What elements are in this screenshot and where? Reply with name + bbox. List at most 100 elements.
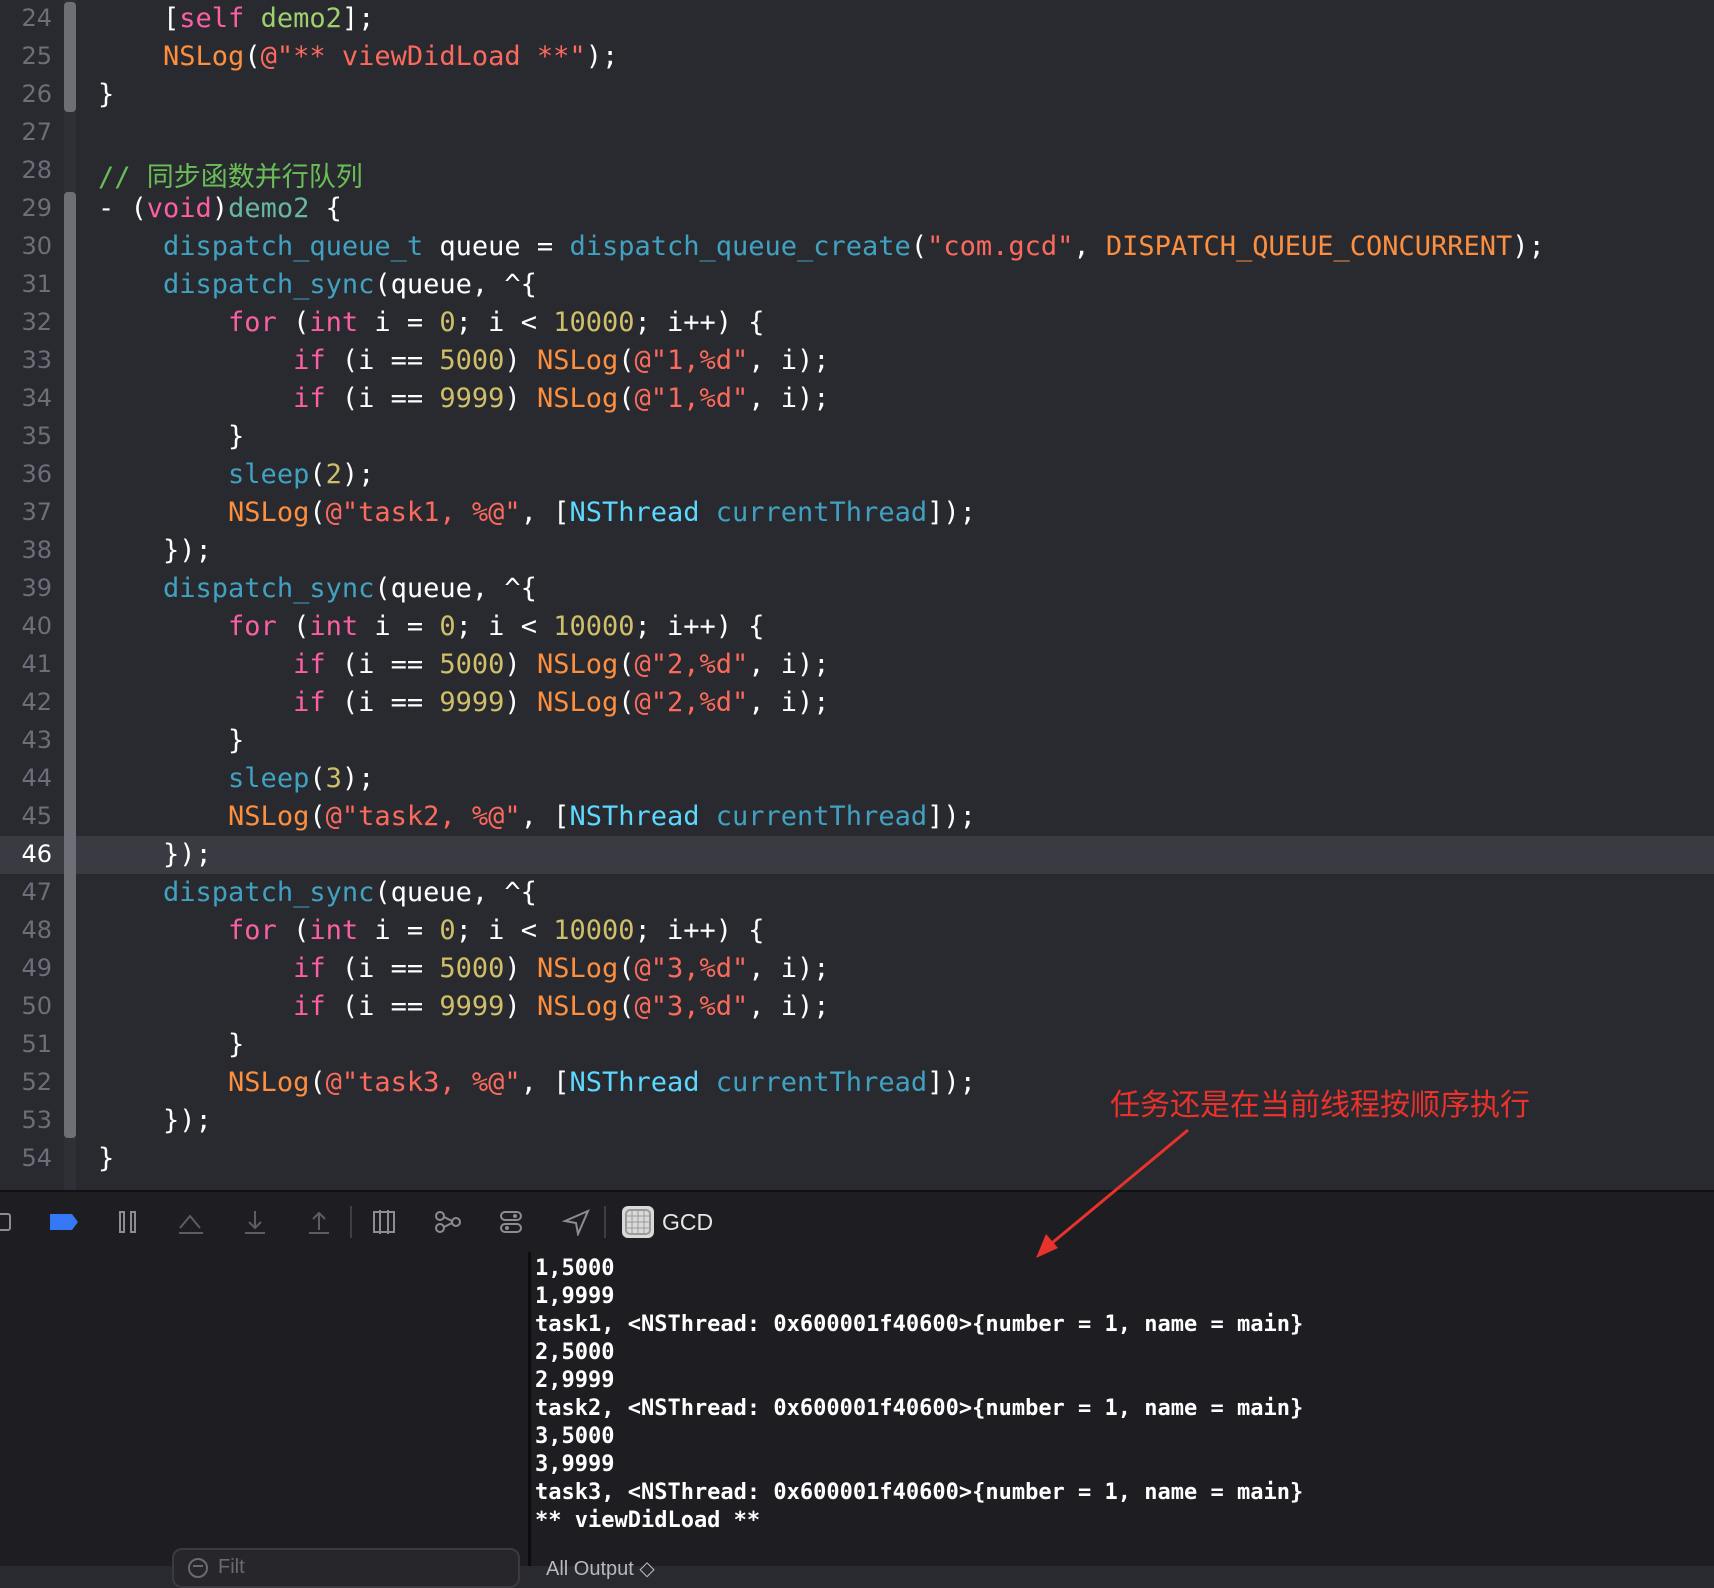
line-number[interactable]: 28 <box>0 156 52 184</box>
line-number[interactable]: 43 <box>0 726 52 754</box>
code-text[interactable]: } <box>98 421 244 452</box>
code-text[interactable]: if (i == 5000) NSLog(@"2,%d", i); <box>98 649 829 680</box>
variables-filter-field[interactable]: Filt <box>172 1548 520 1588</box>
code-line[interactable]: 51 } <box>0 1026 1714 1064</box>
code-line[interactable]: 33 if (i == 5000) NSLog(@"1,%d", i); <box>0 342 1714 380</box>
pause-icon[interactable] <box>116 1208 140 1236</box>
memory-graph-icon[interactable] <box>434 1208 462 1236</box>
line-number[interactable]: 35 <box>0 422 52 450</box>
code-editor[interactable]: 24 [self demo2]; 25 NSLog(@"** viewDidLoa… <box>0 0 1714 1190</box>
line-number[interactable]: 52 <box>0 1068 52 1096</box>
line-number[interactable]: 31 <box>0 270 52 298</box>
breakpoints-toggle-icon[interactable] <box>48 1208 80 1236</box>
code-text[interactable]: NSLog(@"task3, %@", [NSThread currentThr… <box>98 1067 976 1098</box>
code-text[interactable]: }); <box>98 535 212 566</box>
code-line[interactable]: 35 } <box>0 418 1714 456</box>
code-text[interactable]: for (int i = 0; i < 10000; i++) { <box>98 307 765 338</box>
console-output[interactable]: 1,5000 1,9999 task1, <NSThread: 0x600001f4… <box>531 1252 1714 1566</box>
line-number[interactable]: 44 <box>0 764 52 792</box>
line-number[interactable]: 51 <box>0 1030 52 1058</box>
line-number[interactable]: 34 <box>0 384 52 412</box>
code-line[interactable]: 28 // 同步函数并行队列 <box>0 152 1714 193</box>
code-text[interactable]: }); <box>98 839 212 870</box>
code-text[interactable]: if (i == 9999) NSLog(@"3,%d", i); <box>98 991 829 1022</box>
line-number[interactable]: 38 <box>0 536 52 564</box>
line-number[interactable]: 33 <box>0 346 52 374</box>
step-over-icon[interactable] <box>176 1208 206 1236</box>
code-text[interactable]: if (i == 5000) NSLog(@"3,%d", i); <box>98 953 829 984</box>
code-line[interactable]: 37 NSLog(@"task1, %@", [NSThread current… <box>0 494 1714 532</box>
code-line[interactable]: 34 if (i == 9999) NSLog(@"1,%d", i); <box>0 380 1714 418</box>
code-text[interactable]: [self demo2]; <box>98 3 374 34</box>
code-line[interactable]: 38 }); <box>0 532 1714 570</box>
code-line[interactable]: 36 sleep(2); <box>0 456 1714 494</box>
hide-debug-area-icon[interactable] <box>0 1208 14 1236</box>
code-text[interactable]: for (int i = 0; i < 10000; i++) { <box>98 915 765 946</box>
fold-indicator[interactable] <box>64 876 76 1138</box>
code-text[interactable]: } <box>98 725 244 756</box>
fold-indicator[interactable] <box>64 572 76 872</box>
line-number[interactable]: 40 <box>0 612 52 640</box>
code-text[interactable]: for (int i = 0; i < 10000; i++) { <box>98 611 765 642</box>
line-number[interactable]: 37 <box>0 498 52 526</box>
code-text[interactable]: sleep(3); <box>98 763 374 794</box>
code-text[interactable]: if (i == 5000) NSLog(@"1,%d", i); <box>98 345 829 376</box>
code-text[interactable]: }); <box>98 1105 212 1136</box>
code-line[interactable]: 44 sleep(3); <box>0 760 1714 798</box>
code-text[interactable]: } <box>98 1143 114 1174</box>
code-text[interactable]: // 同步函数并行队列 <box>98 155 363 194</box>
fold-indicator[interactable] <box>64 2 76 112</box>
code-line[interactable]: 27 <box>0 114 1714 152</box>
line-number[interactable]: 41 <box>0 650 52 678</box>
code-line[interactable]: 31 dispatch_sync(queue, ^{ <box>0 266 1714 304</box>
code-text[interactable]: NSLog(@"** viewDidLoad **"); <box>98 41 618 72</box>
line-number[interactable]: 47 <box>0 878 52 906</box>
line-number[interactable]: 49 <box>0 954 52 982</box>
scheme-label[interactable]: GCD <box>662 1208 713 1236</box>
code-line[interactable]: 48 for (int i = 0; i < 10000; i++) { <box>0 912 1714 950</box>
code-text[interactable]: dispatch_sync(queue, ^{ <box>98 877 537 908</box>
line-number[interactable]: 26 <box>0 80 52 108</box>
code-line[interactable]: 54} <box>0 1140 1714 1178</box>
variables-view[interactable] <box>0 1252 528 1566</box>
line-number[interactable]: 32 <box>0 308 52 336</box>
code-line[interactable]: 39 dispatch_sync(queue, ^{ <box>0 570 1714 608</box>
line-number[interactable]: 24 <box>0 4 52 32</box>
code-text[interactable]: NSLog(@"task1, %@", [NSThread currentThr… <box>98 497 976 528</box>
code-line[interactable]: 40 for (int i = 0; i < 10000; i++) { <box>0 608 1714 646</box>
code-line[interactable]: 25 NSLog(@"** viewDidLoad **"); <box>0 38 1714 76</box>
line-number[interactable]: 42 <box>0 688 52 716</box>
line-number[interactable]: 29 <box>0 194 52 222</box>
code-line[interactable]: 50 if (i == 9999) NSLog(@"3,%d", i); <box>0 988 1714 1026</box>
line-number[interactable]: 48 <box>0 916 52 944</box>
code-text[interactable]: NSLog(@"task2, %@", [NSThread currentThr… <box>98 801 976 832</box>
code-line[interactable]: 46 }); <box>0 836 1714 874</box>
code-line[interactable]: 32 for (int i = 0; i < 10000; i++) { <box>0 304 1714 342</box>
code-text[interactable]: dispatch_sync(queue, ^{ <box>98 573 537 604</box>
line-number[interactable]: 50 <box>0 992 52 1020</box>
code-line[interactable]: 26} <box>0 76 1714 114</box>
code-text[interactable]: dispatch_queue_t queue = dispatch_queue_… <box>98 231 1545 262</box>
code-text[interactable]: if (i == 9999) NSLog(@"1,%d", i); <box>98 383 829 414</box>
output-selector[interactable]: All Output ◇ <box>546 1556 655 1581</box>
fold-indicator[interactable] <box>64 268 76 568</box>
line-number[interactable]: 53 <box>0 1106 52 1134</box>
code-text[interactable]: dispatch_sync(queue, ^{ <box>98 269 537 300</box>
line-number[interactable]: 36 <box>0 460 52 488</box>
line-number[interactable]: 45 <box>0 802 52 830</box>
code-text[interactable]: } <box>98 79 114 110</box>
code-text[interactable]: } <box>98 1029 244 1060</box>
line-number[interactable]: 39 <box>0 574 52 602</box>
code-line[interactable]: 43 } <box>0 722 1714 760</box>
line-number[interactable]: 27 <box>0 118 52 146</box>
environment-overrides-icon[interactable] <box>498 1208 524 1236</box>
code-line[interactable]: 41 if (i == 5000) NSLog(@"2,%d", i); <box>0 646 1714 684</box>
code-line[interactable]: 30 dispatch_queue_t queue = dispatch_que… <box>0 228 1714 266</box>
simulate-location-icon[interactable] <box>562 1208 590 1236</box>
line-number[interactable]: 25 <box>0 42 52 70</box>
line-number[interactable]: 30 <box>0 232 52 260</box>
line-number[interactable]: 46 <box>0 840 52 868</box>
code-text[interactable]: sleep(2); <box>98 459 374 490</box>
view-hierarchy-icon[interactable] <box>370 1208 398 1236</box>
code-text[interactable]: if (i == 9999) NSLog(@"2,%d", i); <box>98 687 829 718</box>
